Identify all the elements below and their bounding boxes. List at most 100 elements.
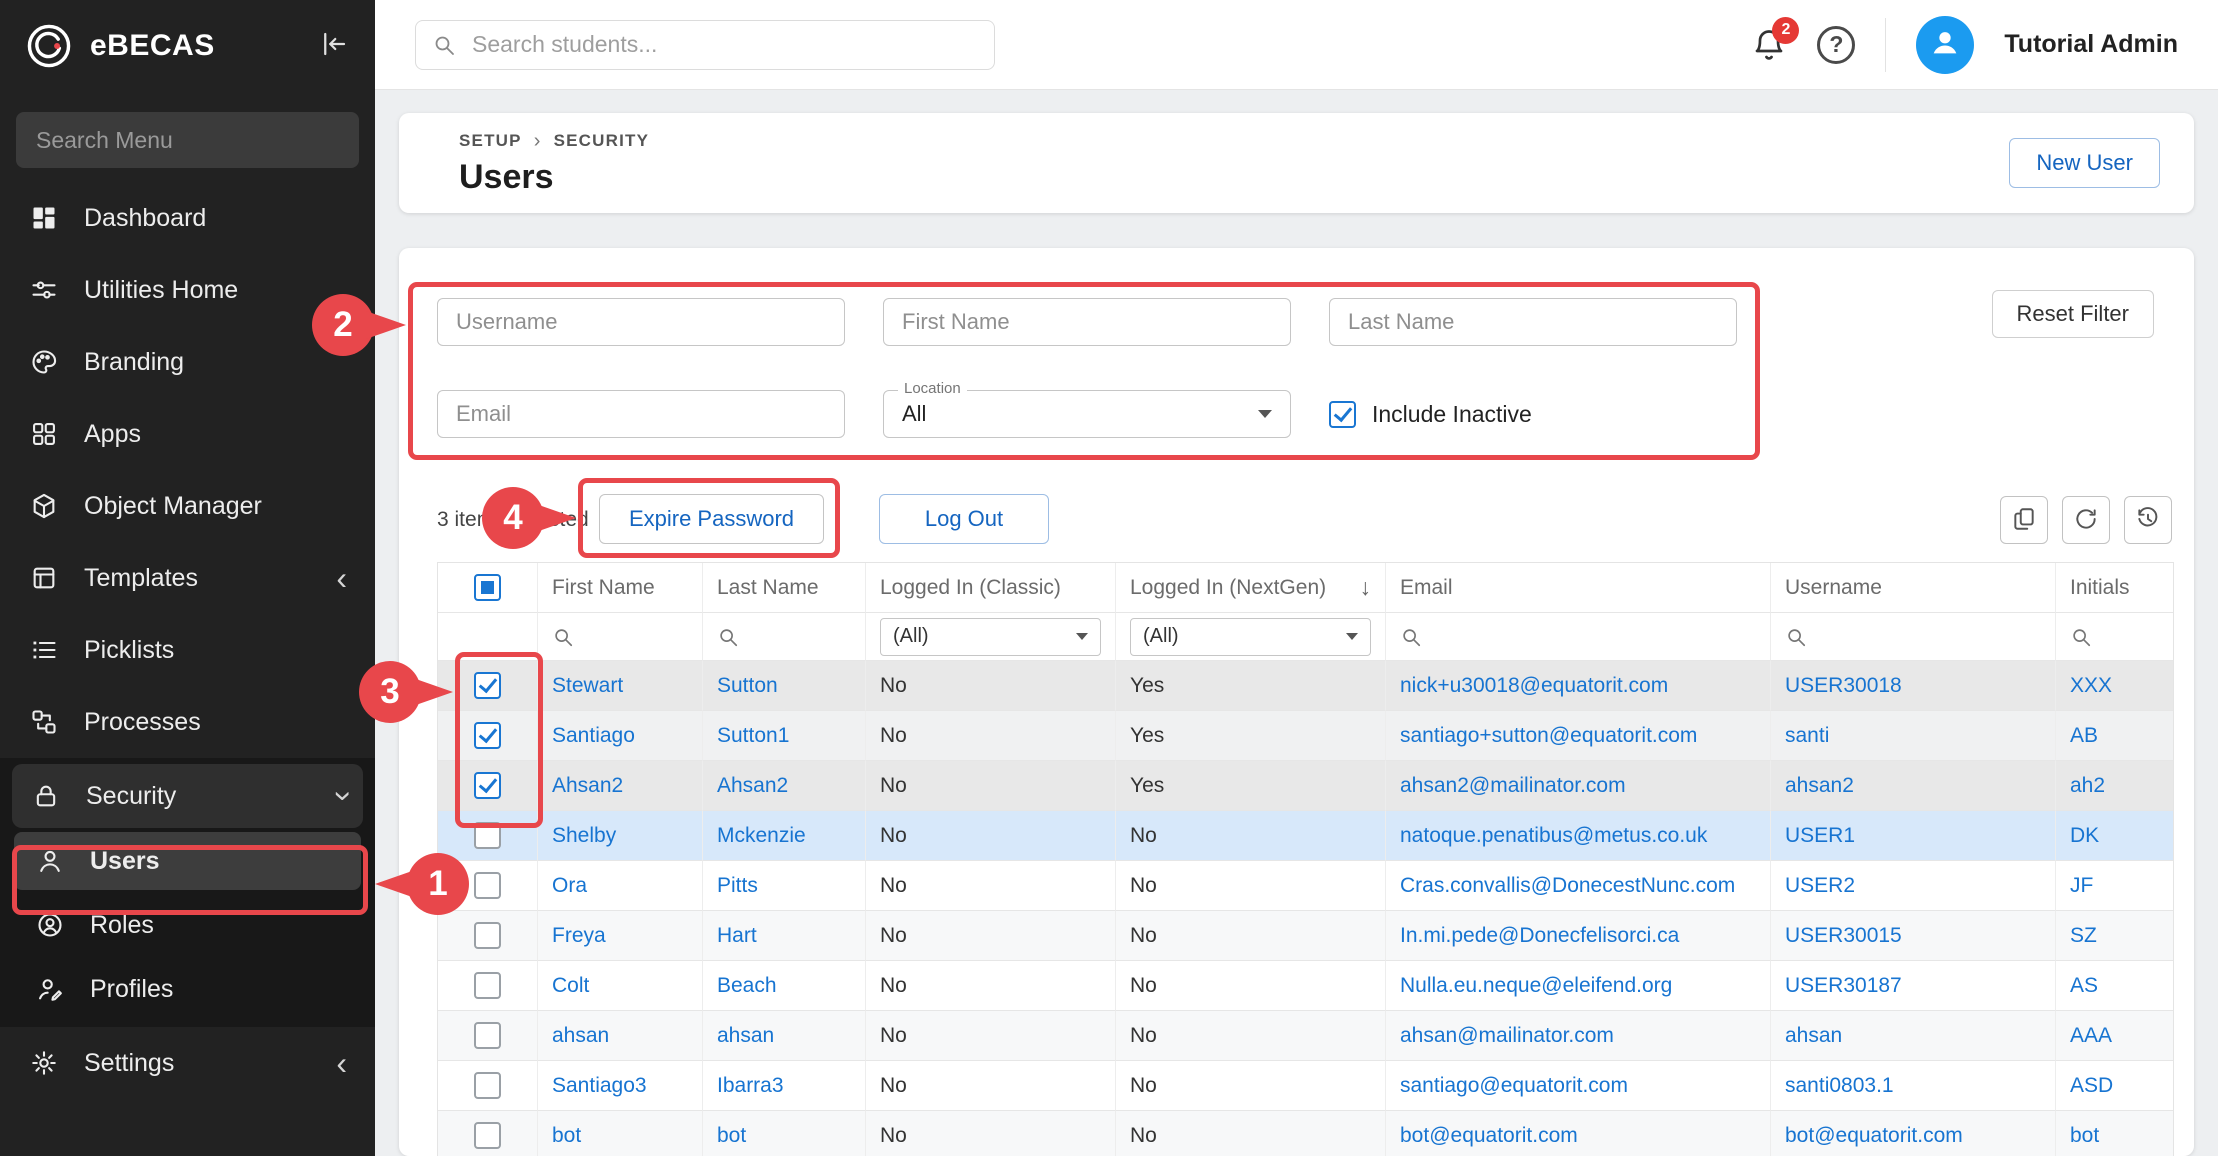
cell-first-name[interactable]: Santiago xyxy=(538,711,703,761)
cell-username[interactable]: USER30018 xyxy=(1771,661,2056,711)
cell-username[interactable]: bot@equatorit.com xyxy=(1771,1111,2056,1156)
new-user-button[interactable]: New User xyxy=(2009,138,2160,188)
cell-username[interactable]: santi xyxy=(1771,711,2056,761)
filter-search-last-name[interactable] xyxy=(703,613,866,661)
row-checkbox[interactable] xyxy=(438,761,538,811)
cell-first-name[interactable]: Santiago3 xyxy=(538,1061,703,1111)
user-row[interactable]: Ahsan2Ahsan2NoYesahsan2@mailinator.comah… xyxy=(438,761,2173,811)
cell-email[interactable]: In.mi.pede@Donecfelisorci.ca xyxy=(1386,911,1771,961)
filter-search-initials[interactable] xyxy=(2056,613,2173,661)
column-header-initials[interactable]: Initials xyxy=(2056,563,2173,613)
row-checkbox[interactable] xyxy=(438,861,538,911)
row-checkbox[interactable] xyxy=(438,911,538,961)
user-row[interactable]: OraPittsNoNoCras.convallis@DonecestNunc.… xyxy=(438,861,2173,911)
sidebar-item-templates[interactable]: Templates‹ xyxy=(0,542,375,614)
cell-username[interactable]: ahsan2 xyxy=(1771,761,2056,811)
user-row[interactable]: StewartSuttonNoYesnick+u30018@equatorit.… xyxy=(438,661,2173,711)
cell-initials[interactable]: AB xyxy=(2056,711,2173,761)
sidebar-item-users[interactable]: Users xyxy=(14,832,361,890)
cell-last-name[interactable]: Sutton1 xyxy=(703,711,866,761)
cell-first-name[interactable]: Ora xyxy=(538,861,703,911)
cell-last-name[interactable]: Mckenzie xyxy=(703,811,866,861)
row-checkbox[interactable] xyxy=(438,961,538,1011)
sidebar-item-profiles[interactable]: Profiles xyxy=(0,957,375,1021)
filter-search-email[interactable] xyxy=(1386,613,1771,661)
refresh-button[interactable] xyxy=(2062,496,2110,544)
cell-email[interactable]: natoque.penatibus@metus.co.uk xyxy=(1386,811,1771,861)
filter-search-username[interactable] xyxy=(1771,613,2056,661)
user-avatar[interactable] xyxy=(1916,16,1974,74)
user-row[interactable]: FreyaHartNoNoIn.mi.pede@Donecfelisorci.c… xyxy=(438,911,2173,961)
all-select[interactable]: (All) xyxy=(1130,618,1371,656)
export-button[interactable] xyxy=(2000,496,2048,544)
cell-email[interactable]: Nulla.eu.neque@eleifend.org xyxy=(1386,961,1771,1011)
cell-username[interactable]: ahsan xyxy=(1771,1011,2056,1061)
cell-initials[interactable]: DK xyxy=(2056,811,2173,861)
column-header-last-name[interactable]: Last Name xyxy=(703,563,866,613)
first-name-filter-input[interactable] xyxy=(883,298,1291,346)
user-row[interactable]: ahsanahsanNoNoahsan@mailinator.comahsanA… xyxy=(438,1011,2173,1061)
cell-last-name[interactable]: Ahsan2 xyxy=(703,761,866,811)
column-header-email[interactable]: Email xyxy=(1386,563,1771,613)
column-header-first-name[interactable]: First Name xyxy=(538,563,703,613)
user-row[interactable]: Santiago3Ibarra3NoNosantiago@equatorit.c… xyxy=(438,1061,2173,1111)
row-checkbox[interactable] xyxy=(438,711,538,761)
history-button[interactable] xyxy=(2124,496,2172,544)
column-header-logged-in-classic[interactable]: Logged In (Classic) xyxy=(866,563,1116,613)
row-checkbox[interactable] xyxy=(438,661,538,711)
cell-email[interactable]: nick+u30018@equatorit.com xyxy=(1386,661,1771,711)
column-header-logged-in-nextgen[interactable]: Logged In (NextGen)↓ xyxy=(1116,563,1386,613)
cell-initials[interactable]: AAA xyxy=(2056,1011,2173,1061)
cell-first-name[interactable]: bot xyxy=(538,1111,703,1156)
student-search-input[interactable] xyxy=(470,30,978,59)
menu-search-input[interactable] xyxy=(16,112,359,168)
cell-initials[interactable]: AS xyxy=(2056,961,2173,1011)
user-row[interactable]: ColtBeachNoNoNulla.eu.neque@eleifend.org… xyxy=(438,961,2173,1011)
breadcrumb-security[interactable]: SECURITY xyxy=(554,131,650,151)
cell-initials[interactable]: bot xyxy=(2056,1111,2173,1156)
select-all-checkbox[interactable] xyxy=(438,563,538,613)
username-filter-input[interactable] xyxy=(437,298,845,346)
cell-username[interactable]: santi0803.1 xyxy=(1771,1061,2056,1111)
breadcrumb-setup[interactable]: SETUP xyxy=(459,131,522,151)
cell-first-name[interactable]: Stewart xyxy=(538,661,703,711)
email-filter-input[interactable] xyxy=(437,390,845,438)
cell-initials[interactable]: ASD xyxy=(2056,1061,2173,1111)
cell-last-name[interactable]: Hart xyxy=(703,911,866,961)
cell-last-name[interactable]: Pitts xyxy=(703,861,866,911)
sidebar-item-dashboard[interactable]: Dashboard xyxy=(0,182,375,254)
sidebar-item-roles[interactable]: Roles xyxy=(0,893,375,957)
cell-initials[interactable]: XXX xyxy=(2056,661,2173,711)
filter-select-logged-in-classic[interactable]: (All) xyxy=(866,613,1116,661)
cell-first-name[interactable]: Ahsan2 xyxy=(538,761,703,811)
cell-username[interactable]: USER1 xyxy=(1771,811,2056,861)
cell-last-name[interactable]: bot xyxy=(703,1111,866,1156)
cell-first-name[interactable]: Colt xyxy=(538,961,703,1011)
row-checkbox[interactable] xyxy=(438,811,538,861)
cell-last-name[interactable]: Sutton xyxy=(703,661,866,711)
cell-first-name[interactable]: Shelby xyxy=(538,811,703,861)
cell-email[interactable]: santiago@equatorit.com xyxy=(1386,1061,1771,1111)
cell-username[interactable]: USER30187 xyxy=(1771,961,2056,1011)
cell-username[interactable]: USER2 xyxy=(1771,861,2056,911)
cell-first-name[interactable]: Freya xyxy=(538,911,703,961)
filter-select-logged-in-nextgen[interactable]: (All) xyxy=(1116,613,1386,661)
row-checkbox[interactable] xyxy=(438,1111,538,1156)
sidebar-item-utilities-home[interactable]: Utilities Home xyxy=(0,254,375,326)
cell-initials[interactable]: ah2 xyxy=(2056,761,2173,811)
log-out-button[interactable]: Log Out xyxy=(879,494,1049,544)
user-row[interactable]: ShelbyMckenzieNoNonatoque.penatibus@metu… xyxy=(438,811,2173,861)
cell-last-name[interactable]: Ibarra3 xyxy=(703,1061,866,1111)
cell-email[interactable]: bot@equatorit.com xyxy=(1386,1111,1771,1156)
row-checkbox[interactable] xyxy=(438,1061,538,1111)
sidebar-item-security[interactable]: Security‹ xyxy=(12,764,363,828)
notifications-button[interactable]: 2 xyxy=(1751,27,1787,63)
sidebar-item-processes[interactable]: Processes xyxy=(0,686,375,758)
sidebar-item-picklists[interactable]: Picklists xyxy=(0,614,375,686)
cell-initials[interactable]: SZ xyxy=(2056,911,2173,961)
include-inactive-checkbox[interactable]: Include Inactive xyxy=(1329,401,1532,428)
sidebar-item-object-manager[interactable]: Object Manager xyxy=(0,470,375,542)
reset-filter-button[interactable]: Reset Filter xyxy=(1992,290,2154,338)
cell-email[interactable]: Cras.convallis@DonecestNunc.com xyxy=(1386,861,1771,911)
user-row[interactable]: botbotNoNobot@equatorit.combot@equatorit… xyxy=(438,1111,2173,1156)
